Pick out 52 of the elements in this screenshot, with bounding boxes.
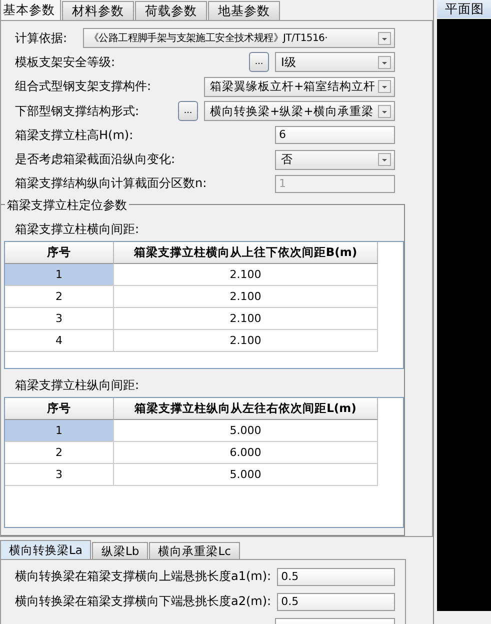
table-cell[interactable]: 2.100 [114,264,378,286]
table-cell[interactable]: 2 [5,442,114,464]
tab[interactable]: 横向转换梁La [0,540,92,560]
tab[interactable]: 纵梁Lb [92,542,148,560]
dropdown-value: 箱梁翼缘板立杆+箱室结构立杆 [210,79,377,94]
field-label: 是否考虑箱梁截面沿纵向变化: [15,151,176,168]
dropdown-value: I级 [281,54,298,70]
dropdown[interactable]: 《公路工程脚手架与支架施工安全技术规程》JT/T1516· [83,28,395,48]
tab[interactable]: 荷载参数 [135,1,207,20]
input-field[interactable]: 0.5 [277,568,395,586]
table-cell[interactable]: 2 [5,286,114,308]
column-header: 序号 [5,398,114,420]
dropdown-value: 否 [281,152,294,168]
column-header: 箱梁支撑立柱纵向从左往右依次间距L(m) [114,398,378,420]
browse-button[interactable]: ... [178,101,198,122]
dropdown[interactable]: I级 [275,52,395,72]
dropdown[interactable]: 箱梁翼缘板立杆+箱室结构立杆 [204,76,395,97]
input-field[interactable]: 0.5 [277,592,395,611]
field-label: 横向转换梁在箱梁支撑横向上端悬挑长度a1(m): [15,568,272,586]
table-cell[interactable]: 1 [5,420,114,442]
table-label: 箱梁支撑立柱纵向间距: [15,377,140,392]
field-label: 组合式型钢支架支撑构件: [15,78,152,96]
browse-button[interactable]: ... [249,52,269,72]
table-cell[interactable]: 5.000 [114,420,378,442]
dropdown[interactable]: 横向转换梁+纵梁+横向承重梁 [204,101,395,122]
field-label: 模板支架安全等级: [15,54,116,71]
column-header: 序号 [5,242,114,264]
tab[interactable]: 材料参数 [62,1,134,20]
field-label: 箱梁支撑立柱高H(m): [15,126,134,144]
table-cell[interactable]: 2.100 [114,286,378,308]
table-cell[interactable]: 2.100 [114,330,378,352]
table-cell[interactable]: 3 [5,308,114,330]
field-label: 横向转换梁在箱梁支撑横向下端悬挑长度a2(m): [15,593,272,610]
field-label: 下部型钢支撑结构形式: [15,102,140,120]
tab[interactable]: 基本参数 [0,0,61,20]
tab[interactable]: 平面图 [437,0,491,18]
table-cell[interactable]: 5.000 [114,464,378,486]
dropdown[interactable]: 否 [275,150,395,170]
table-label: 箱梁支撑立柱横向间距: [15,221,140,236]
tab[interactable]: 地基参数 [208,1,280,20]
column-header: 箱梁支撑立柱横向从上往下依次间距B(m) [114,242,378,264]
table-cell[interactable]: 6.000 [114,442,378,464]
dropdown-value: 《公路工程脚手架与支架施工安全技术规程》JT/T1516· [89,32,328,46]
tab[interactable]: 横向承重梁Lc [149,542,240,560]
table-cell[interactable]: 2.100 [114,308,378,330]
input-field[interactable]: 6 [275,126,395,144]
dropdown-value: 横向转换梁+纵梁+横向承重梁 [210,104,374,119]
field-label: 箱梁支撑结构纵向计算截面分区数n: [15,175,208,192]
field-label: 计算依据: [15,30,68,47]
table-cell[interactable]: 4 [5,330,114,352]
table-cell[interactable]: 3 [5,464,114,486]
table-cell[interactable]: 1 [5,264,114,286]
